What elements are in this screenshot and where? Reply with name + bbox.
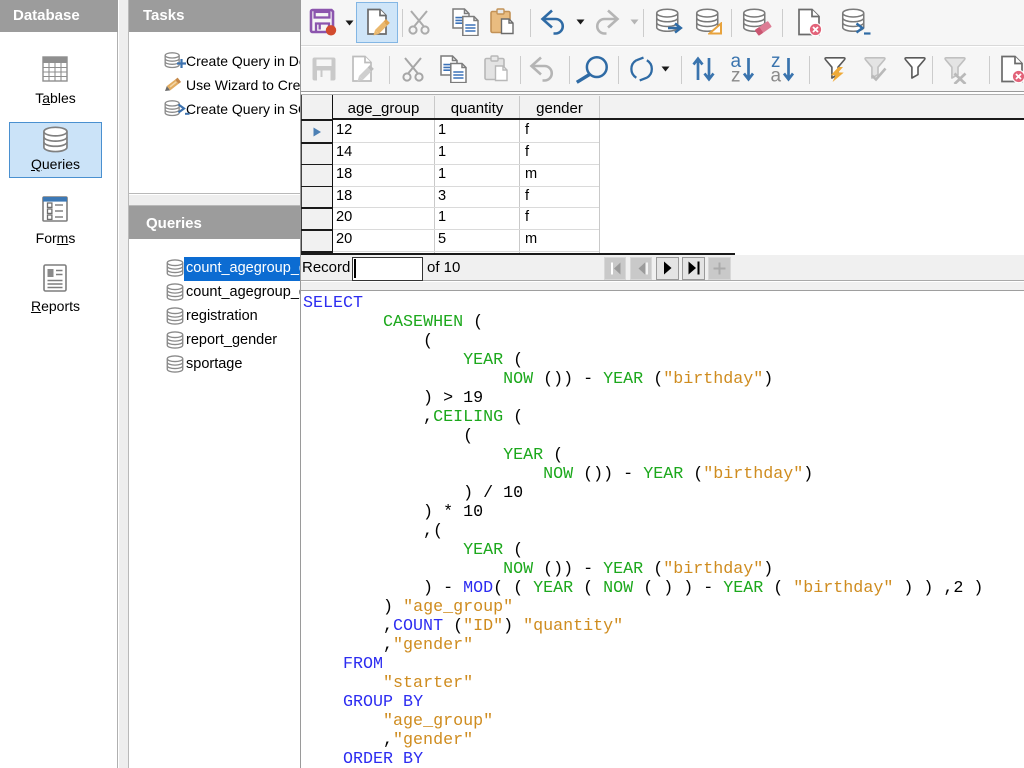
- svg-text:a: a: [771, 66, 782, 84]
- svg-text:z: z: [731, 66, 741, 84]
